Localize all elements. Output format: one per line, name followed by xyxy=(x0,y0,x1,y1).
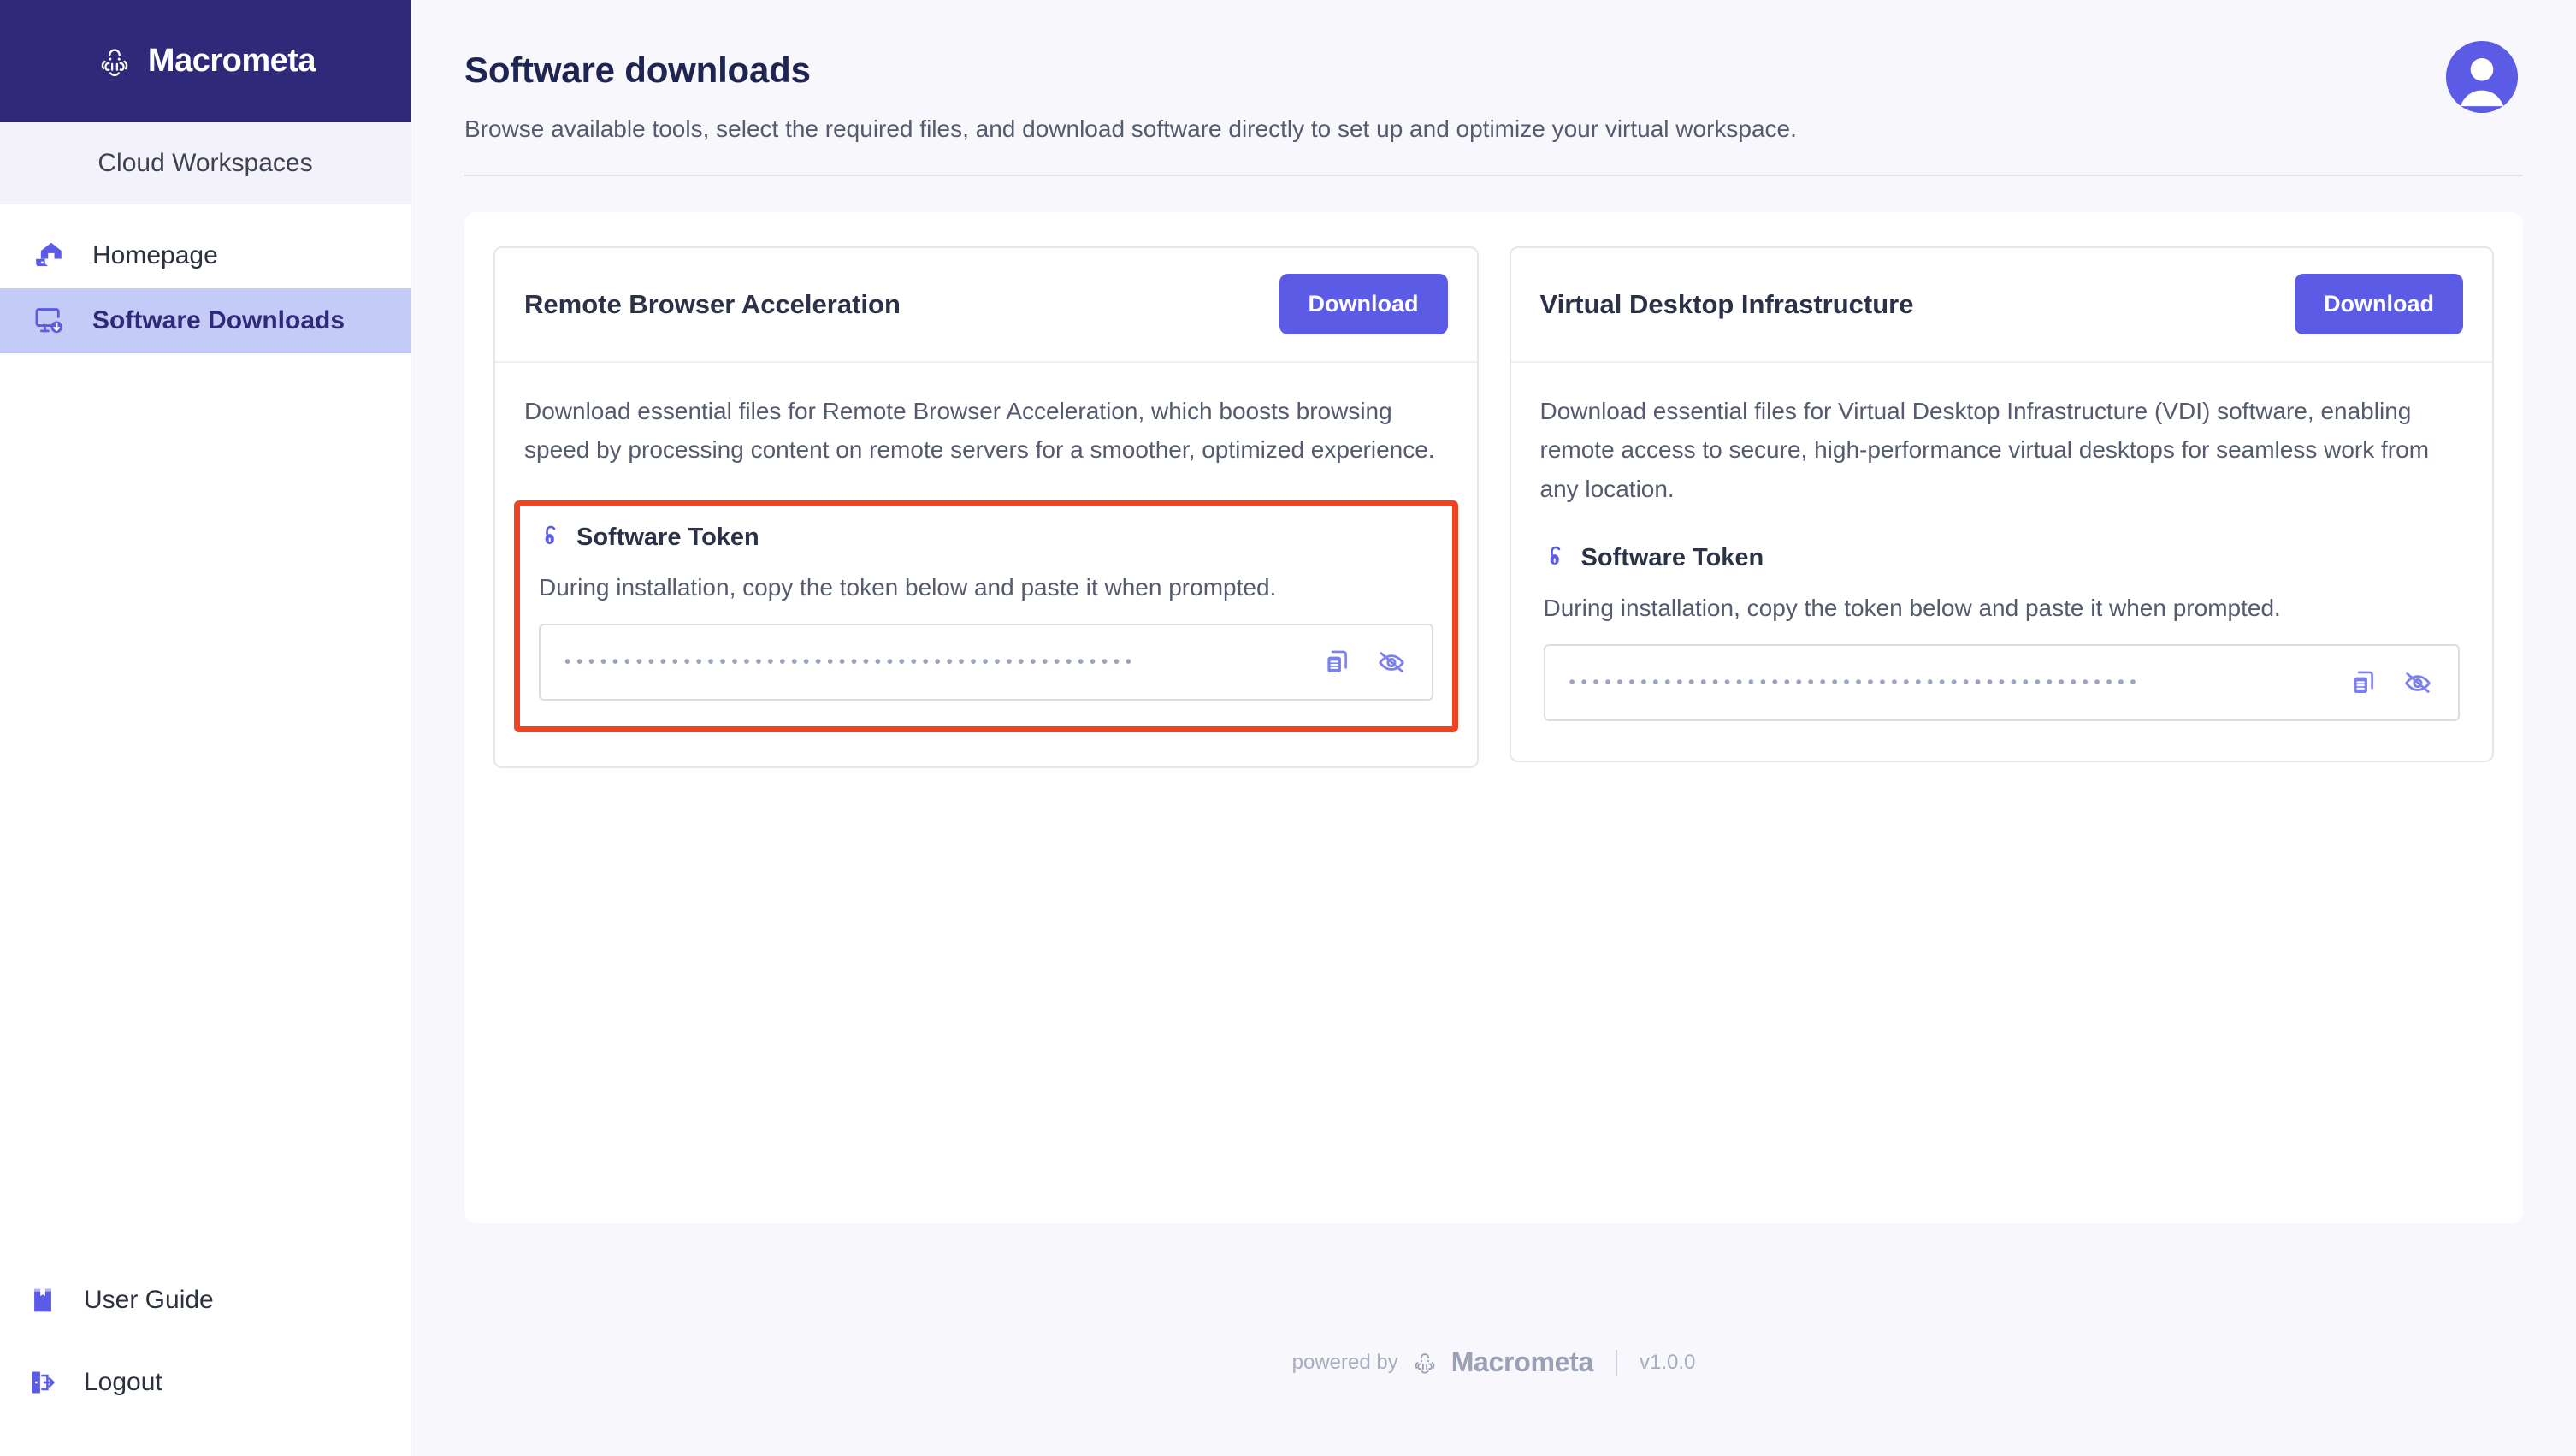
card-description: Download essential files for Remote Brow… xyxy=(524,397,1435,464)
token-field-actions xyxy=(2349,668,2437,697)
card-body: Download essential files for Virtual Des… xyxy=(1511,363,2493,761)
sidebar-item-label: Homepage xyxy=(92,241,218,269)
card-title: Remote Browser Acceleration xyxy=(524,288,901,319)
header-divider xyxy=(464,174,2523,176)
software-card-remote-browser-acceleration: Remote Browser Acceleration Download Dow… xyxy=(493,246,1479,768)
software-token-label: Software Token xyxy=(1580,543,1764,571)
octopus-logo-icon xyxy=(95,42,134,81)
footer-version: v1.0.0 xyxy=(1639,1350,1696,1374)
footer-separator xyxy=(1615,1349,1617,1376)
sidebar-item-logout[interactable]: Logout xyxy=(0,1341,411,1423)
sidebar-item-software-downloads[interactable]: Software Downloads xyxy=(0,288,411,353)
download-button[interactable]: Download xyxy=(1279,274,1448,335)
sidebar-nav: Homepage Software Downloads xyxy=(0,204,411,353)
monitor-download-icon xyxy=(32,304,67,338)
copy-icon[interactable] xyxy=(1322,648,1351,677)
card-body: Download essential files for Remote Brow… xyxy=(495,363,1477,766)
powered-by-label: powered by xyxy=(1291,1350,1398,1374)
eye-off-icon[interactable] xyxy=(1377,648,1406,677)
card-header: Virtual Desktop Infrastructure Download xyxy=(1510,248,2492,363)
software-token-hint: During installation, copy the token belo… xyxy=(539,573,1277,601)
card-header: Remote Browser Acceleration Download xyxy=(495,248,1477,363)
software-token-field[interactable]: ••••••••••••••••••••••••••••••••••••••••… xyxy=(1543,643,2460,721)
unlock-icon xyxy=(1544,544,1568,572)
page-subtitle: Browse available tools, select the requi… xyxy=(464,115,1797,142)
sidebar-item-label: Logout xyxy=(84,1368,162,1396)
brand-name: Macrometa xyxy=(147,43,316,79)
home-laptop-icon xyxy=(32,239,67,273)
sidebar-item-label: Software Downloads xyxy=(92,306,346,334)
software-token-header: Software Token xyxy=(1544,544,2461,572)
software-token-header: Software Token xyxy=(539,524,1433,552)
token-field-actions xyxy=(1322,648,1411,677)
main-content: Software downloads Browse available tool… xyxy=(411,0,2576,1456)
card-description: Download essential files for Virtual Des… xyxy=(1539,397,2430,502)
brand-header: Macrometa xyxy=(0,0,411,122)
downloads-panel: Remote Browser Acceleration Download Dow… xyxy=(464,211,2523,1223)
page-header: Software downloads Browse available tool… xyxy=(411,0,2576,176)
page-title: Software downloads xyxy=(464,50,811,90)
software-token-section: Software Token During installation, copy… xyxy=(1540,539,2464,726)
octopus-logo-icon xyxy=(1410,1348,1439,1377)
software-token-hint: During installation, copy the token belo… xyxy=(1543,594,2281,621)
workspaces-label: Cloud Workspaces xyxy=(0,122,411,204)
software-token-section: Software Token During installation, copy… xyxy=(514,500,1458,732)
sidebar-bottom-nav: User Guide Logout xyxy=(0,1259,411,1423)
software-token-masked-value: ••••••••••••••••••••••••••••••••••••••••… xyxy=(564,653,1137,672)
software-card-virtual-desktop-infrastructure: Virtual Desktop Infrastructure Download … xyxy=(1509,246,2494,762)
book-icon xyxy=(26,1283,60,1317)
download-button[interactable]: Download xyxy=(2295,274,2463,335)
footer-brand-name: Macrometa xyxy=(1450,1347,1594,1377)
software-token-masked-value: ••••••••••••••••••••••••••••••••••••••••… xyxy=(1569,673,2142,692)
sidebar-item-user-guide[interactable]: User Guide xyxy=(0,1259,411,1341)
software-token-field[interactable]: ••••••••••••••••••••••••••••••••••••••••… xyxy=(539,623,1433,701)
logout-icon xyxy=(26,1365,60,1400)
copy-icon[interactable] xyxy=(2349,668,2378,697)
workspaces-label-text: Cloud Workspaces xyxy=(97,149,313,177)
card-title: Virtual Desktop Infrastructure xyxy=(1539,288,1914,319)
eye-off-icon[interactable] xyxy=(2403,668,2432,697)
user-avatar-icon[interactable] xyxy=(2446,41,2518,113)
app-root: Macrometa Cloud Workspaces Homepage Soft… xyxy=(0,0,2576,1456)
sidebar: Macrometa Cloud Workspaces Homepage Soft… xyxy=(0,0,411,1456)
software-token-label: Software Token xyxy=(576,523,759,551)
sidebar-item-label: User Guide xyxy=(84,1286,214,1314)
unlock-icon xyxy=(539,524,563,552)
sidebar-item-homepage[interactable]: Homepage xyxy=(0,223,411,288)
footer-inner: powered by Macrometa v1.0.0 xyxy=(1292,1347,1696,1378)
page-footer: powered by Macrometa v1.0.0 xyxy=(411,1285,2576,1456)
